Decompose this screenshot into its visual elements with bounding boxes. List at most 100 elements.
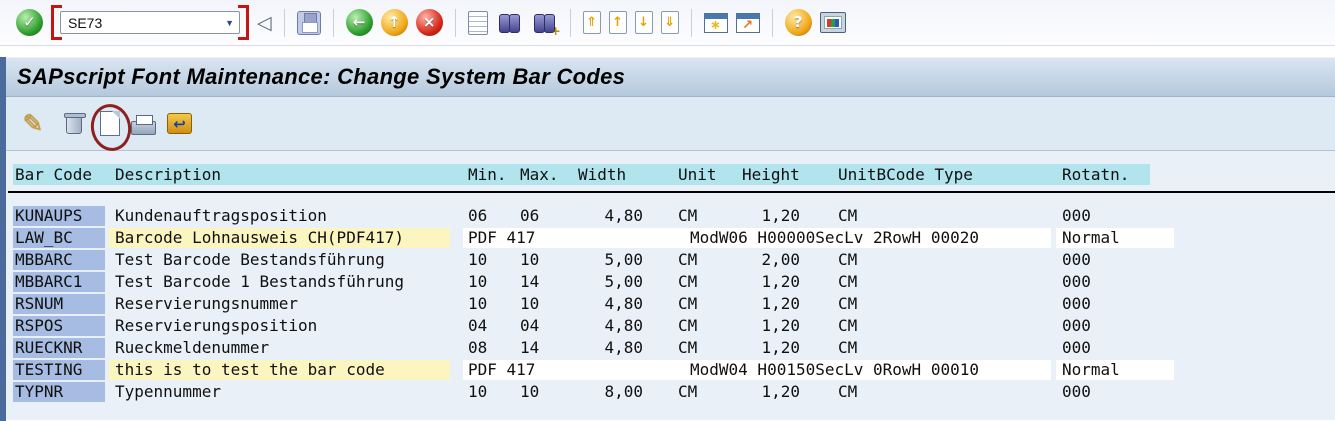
enter-icon[interactable]: ✓ [16,9,43,36]
barcode-cell[interactable]: LAW_BC [13,228,105,248]
previous-page-icon[interactable]: ↑ [608,11,627,34]
table-rows: KUNAUPS Kundenauftragsposition 06 06 4,80 CM 1… [0,205,1335,403]
customize-layout-icon[interactable] [819,12,846,33]
rotation-cell[interactable]: 000 [1062,338,1091,358]
create-icon[interactable] [87,100,135,155]
unit-cell[interactable]: CM [678,250,697,270]
height-unit-cell[interactable]: CM [838,382,857,402]
width-cell[interactable]: 5,00 [578,250,643,270]
description-cell[interactable]: this is to test the bar code [109,360,450,380]
last-page-icon[interactable]: ⇓ [660,11,679,34]
height-unit-cell[interactable]: CM [838,250,857,270]
description-cell[interactable]: Test Barcode 1 Bestandsführung [109,272,450,292]
height-unit-cell[interactable]: CM [838,206,857,226]
edit-icon[interactable]: ✎ [18,109,48,139]
barcode-cell[interactable]: TESTING [13,360,105,380]
unit-cell[interactable]: CM [678,272,697,292]
help-icon[interactable]: ? [784,9,812,36]
description-cell[interactable]: Barcode Lohnausweis CH(PDF417) [109,228,450,248]
max-cell[interactable]: 06 [520,206,539,226]
min-cell[interactable]: 04 [468,316,487,336]
max-cell[interactable]: 10 [520,250,539,270]
width-cell[interactable]: 4,80 [578,316,643,336]
description-cell[interactable]: Test Barcode Bestandsführung [109,250,450,270]
description-cell[interactable]: Reservierungsnummer [109,294,450,314]
min-cell[interactable]: 10 [468,250,487,270]
description-cell[interactable]: Rueckmeldenummer [109,338,450,358]
rotation-cell[interactable]: 000 [1062,250,1091,270]
back-icon[interactable]: ← [345,9,373,36]
rotation-field[interactable]: Normal [1056,360,1174,380]
unit-cell[interactable]: CM [678,206,697,226]
rotation-cell[interactable]: 000 [1062,382,1091,402]
height-cell[interactable]: 1,20 [742,382,800,402]
width-cell[interactable]: 8,00 [578,382,643,402]
dropdown-arrow-icon[interactable]: ▼ [225,18,234,28]
exit-icon[interactable]: ↑ [380,9,408,36]
height-cell[interactable]: 1,20 [742,316,800,336]
barcode-cell[interactable]: KUNAUPS [13,206,105,226]
bcode-params-field[interactable]: ModW04 H00150SecLv 0RowH 00010 [682,360,1051,380]
transport-icon[interactable]: ↩ [167,113,192,134]
description-cell[interactable]: Kundenauftragsposition [109,206,450,226]
height-unit-cell[interactable]: CM [838,316,857,336]
rotation-field[interactable]: Normal [1056,228,1174,248]
cancel-icon[interactable]: × [415,9,443,36]
barcode-cell[interactable]: RUECKNR [13,338,105,358]
command-input[interactable]: SE73 [68,15,102,31]
min-cell[interactable]: 06 [468,206,487,226]
height-cell[interactable]: 1,20 [742,294,800,314]
width-cell[interactable]: 5,00 [578,272,643,292]
barcode-cell[interactable]: RSPOS [13,316,105,336]
first-page-icon[interactable]: ⇑ [582,11,601,34]
find-icon[interactable] [496,11,523,35]
max-cell[interactable]: 04 [520,316,539,336]
height-cell[interactable]: 1,20 [742,206,800,226]
min-cell[interactable]: 10 [468,382,487,402]
width-cell[interactable]: 4,80 [578,206,643,226]
height-cell[interactable]: 2,00 [742,250,800,270]
new-session-icon[interactable]: ∗ [703,12,728,33]
print-icon[interactable] [131,114,156,135]
description-cell[interactable]: Typennummer [109,382,450,402]
pdf-type-field[interactable]: PDF 417 [463,360,687,380]
unit-cell[interactable]: CM [678,316,697,336]
barcode-cell[interactable]: MBBARC [13,250,105,270]
find-next-icon[interactable]: + [531,11,561,38]
barcode-cell[interactable]: RSNUM [13,294,105,314]
height-unit-cell[interactable]: CM [838,338,857,358]
min-cell[interactable]: 10 [468,294,487,314]
delete-icon[interactable] [59,109,89,139]
width-cell[interactable]: 4,80 [578,338,643,358]
max-cell[interactable]: 10 [520,382,539,402]
command-field[interactable]: SE73 ▼ [60,11,240,34]
width-cell[interactable]: 4,80 [578,294,643,314]
rotation-cell[interactable]: 000 [1062,206,1091,226]
rotation-cell[interactable]: 000 [1062,316,1091,336]
unit-cell[interactable]: CM [678,294,697,314]
rotation-cell[interactable]: 000 [1062,294,1091,314]
min-cell[interactable]: 08 [468,338,487,358]
bcode-params-field[interactable]: ModW06 H00000SecLv 2RowH 00020 [682,228,1051,248]
height-cell[interactable]: 1,20 [742,338,800,358]
create-shortcut-icon[interactable]: ↗ [735,12,760,33]
collapse-command-field-icon[interactable]: ◁ [257,12,272,34]
standard-toolbar: ✓ SE73 ▼ ◁ ← ↑ × + ⇑ ↑ ↓ ⇓ ∗ ↗? [0,0,1335,46]
height-unit-cell[interactable]: CM [838,294,857,314]
description-cell[interactable]: Reservierungsposition [109,316,450,336]
next-page-icon[interactable]: ↓ [634,11,653,34]
barcode-cell[interactable]: TYPNR [13,382,105,402]
unit-cell[interactable]: CM [678,338,697,358]
barcode-cell[interactable]: MBBARC1 [13,272,105,292]
print-icon[interactable] [467,10,488,35]
min-cell[interactable]: 10 [468,272,487,292]
max-cell[interactable]: 14 [520,338,539,358]
rotation-cell[interactable]: 000 [1062,272,1091,292]
max-cell[interactable]: 10 [520,294,539,314]
save-icon[interactable] [296,10,321,35]
height-unit-cell[interactable]: CM [838,272,857,292]
unit-cell[interactable]: CM [678,382,697,402]
pdf-type-field[interactable]: PDF 417 [463,228,687,248]
max-cell[interactable]: 14 [520,272,539,292]
height-cell[interactable]: 1,20 [742,272,800,292]
